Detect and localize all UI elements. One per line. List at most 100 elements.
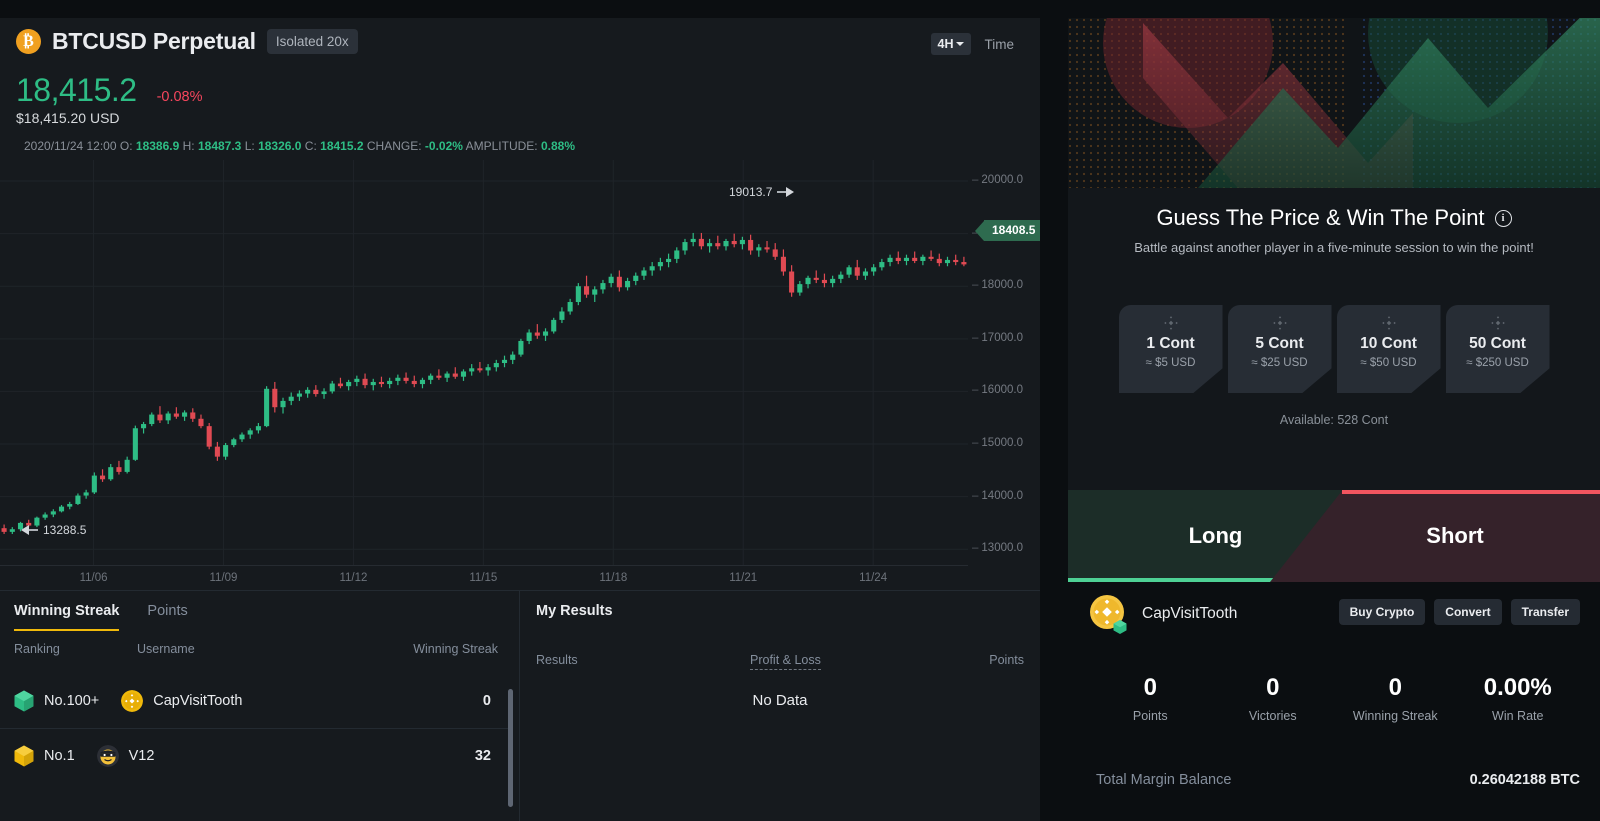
balance-value: 0.26042188 BTC xyxy=(1469,772,1580,788)
my-results-panel: My Results Results Profit & Loss Points … xyxy=(520,591,1040,821)
margin-balance-row: Total Margin Balance 0.26042188 BTC xyxy=(1096,772,1580,788)
contract-usd: ≈ $5 USD xyxy=(1145,357,1196,369)
binance-diamond-icon xyxy=(1272,316,1287,330)
my-results-title: My Results xyxy=(536,603,613,619)
arrow-left-icon xyxy=(21,525,38,535)
stat-label: Points xyxy=(1132,709,1168,723)
leaderboard-tabs: Winning Streak Points xyxy=(14,603,188,631)
x-axis-tick: 11/06 xyxy=(79,572,108,584)
contract-amount: 1 Cont xyxy=(1146,335,1195,352)
x-axis-tick: 11/21 xyxy=(729,572,758,584)
col-profit-loss[interactable]: Profit & Loss xyxy=(750,653,821,670)
time-button[interactable]: Time xyxy=(985,37,1015,52)
candlestick-svg xyxy=(0,160,968,565)
ohlc-datetime: 2020/11/24 12:00 xyxy=(24,139,117,153)
rank-hexagon-icon xyxy=(14,690,34,712)
timeframe-controls: 4H Time xyxy=(930,33,1015,55)
leaderboard-header-row: Ranking Username Winning Streak xyxy=(0,642,520,666)
game-hero-banner xyxy=(1068,18,1600,188)
high-price-marker: 19013.7 xyxy=(729,185,796,199)
col-points: Points xyxy=(989,653,1024,667)
long-short-controls: Long Short xyxy=(1068,490,1600,582)
ohlc-amplitude-label: AMPLITUDE: xyxy=(465,139,538,153)
ohlc-open: 18386.9 xyxy=(135,139,180,153)
short-label: Short xyxy=(1426,523,1484,548)
top-strip xyxy=(0,0,1040,18)
contract-option-5[interactable]: 5 Cont ≈ $25 USD xyxy=(1227,305,1332,393)
table-row[interactable]: No.1 V12 32 xyxy=(0,728,513,782)
binance-diamond-icon xyxy=(1490,316,1505,330)
rank-label: No.1 xyxy=(44,747,75,764)
long-label: Long xyxy=(1188,523,1243,548)
stat-value: 0 xyxy=(1266,674,1280,701)
col-ranking: Ranking xyxy=(14,642,60,656)
y-axis-tick: –17000.0 xyxy=(972,331,1023,344)
rank-label: No.100+ xyxy=(44,693,100,709)
binance-coin-avatar xyxy=(1090,595,1127,634)
available-contracts: Available: 528 Cont xyxy=(1279,413,1389,427)
ohlc-change-label: CHANGE: xyxy=(366,139,422,153)
y-axis-tick: –13000.0 xyxy=(972,542,1023,555)
leverage-badge[interactable]: Isolated 20x xyxy=(266,29,358,54)
contract-amount: 50 Cont xyxy=(1469,335,1526,352)
price-tag-value: 18408.5 xyxy=(984,220,1044,241)
username-label: V12 xyxy=(128,747,155,764)
game-panel: Guess The Price & Win The Point i Battle… xyxy=(1068,188,1600,490)
account-username: CapVisitTooth xyxy=(1142,605,1238,622)
ohlc-change: -0.02% xyxy=(424,139,463,153)
binance-coin-avatar xyxy=(121,690,144,712)
current-price-tag: 18408.5 xyxy=(975,220,1044,241)
chevron-down-icon xyxy=(955,42,964,46)
hero-chart-graphic xyxy=(1068,18,1600,188)
transfer-button[interactable]: Transfer xyxy=(1510,599,1580,625)
price-tag-arrow xyxy=(975,220,984,241)
table-row[interactable]: No.100+ CapVisitTooth 0 xyxy=(0,674,513,728)
contract-amount: 10 Cont xyxy=(1360,335,1417,352)
ohlc-high-label: H: xyxy=(182,139,195,153)
stat-points: 0 Points xyxy=(1089,674,1212,723)
game-sidebar: Guess The Price & Win The Point i Battle… xyxy=(1040,0,1600,821)
y-axis-tick: –15000.0 xyxy=(972,437,1023,450)
x-axis-tick: 11/18 xyxy=(599,572,628,584)
stat-victories: 0 Victories xyxy=(1212,674,1335,723)
row-value: 32 xyxy=(474,747,491,764)
leaderboard-scrollbar[interactable] xyxy=(508,689,513,807)
y-axis-tick: –18000.0 xyxy=(972,279,1023,292)
contract-option-50[interactable]: 50 Cont ≈ $250 USD xyxy=(1445,305,1550,393)
game-title-row: Guess The Price & Win The Point i xyxy=(1068,205,1600,231)
symbol-header: ₿ BTCUSD Perpetual Isolated 20x xyxy=(16,28,358,55)
y-axis-tick: –16000.0 xyxy=(972,384,1023,397)
leaderboard-panel: Winning Streak Points Ranking Username W… xyxy=(0,591,520,821)
cool-face-avatar xyxy=(96,744,119,767)
chart-panel: ₿ BTCUSD Perpetual Isolated 20x 18,415.2… xyxy=(0,0,1044,590)
account-panel: CapVisitTooth Buy Crypto Convert Transfe… xyxy=(1068,582,1600,821)
bottom-panels: Winning Streak Points Ranking Username W… xyxy=(0,590,1040,821)
convert-button[interactable]: Convert xyxy=(1434,599,1502,625)
candlestick-plot[interactable] xyxy=(0,160,968,565)
ohlc-readout: 2020/11/24 12:00 O: 18386.9 H: 18487.3 L… xyxy=(24,139,575,153)
contract-usd: ≈ $25 USD xyxy=(1251,357,1308,369)
binance-diamond-icon xyxy=(1163,316,1178,330)
info-icon[interactable]: i xyxy=(1494,209,1512,227)
contract-amount: 5 Cont xyxy=(1255,335,1304,352)
low-price-marker: 13288.5 xyxy=(17,523,86,537)
rank-hexagon-icon xyxy=(14,745,34,766)
high-price-value: 19013.7 xyxy=(729,185,773,199)
stat-label: Winning Streak xyxy=(1352,709,1438,723)
arrow-right-icon xyxy=(777,187,795,197)
binance-diamond-icon xyxy=(1381,316,1396,330)
bitcoin-icon: ₿ xyxy=(16,29,41,54)
buy-crypto-button[interactable]: Buy Crypto xyxy=(1338,599,1426,625)
symbol-name: BTCUSD Perpetual xyxy=(52,28,256,54)
contract-option-10[interactable]: 10 Cont ≈ $50 USD xyxy=(1336,305,1441,393)
stat-label: Win Rate xyxy=(1492,709,1544,723)
tab-winning-streak[interactable]: Winning Streak xyxy=(14,603,120,631)
timeframe-label: 4H xyxy=(937,37,954,51)
contract-option-1[interactable]: 1 Cont ≈ $5 USD xyxy=(1118,305,1223,393)
timeframe-selector[interactable]: 4H xyxy=(930,33,971,55)
row-value: 0 xyxy=(482,693,491,709)
col-value: Winning Streak xyxy=(413,642,498,656)
x-axis-tick: 11/24 xyxy=(859,572,888,584)
balance-label: Total Margin Balance xyxy=(1096,772,1232,788)
tab-points[interactable]: Points xyxy=(147,603,187,631)
